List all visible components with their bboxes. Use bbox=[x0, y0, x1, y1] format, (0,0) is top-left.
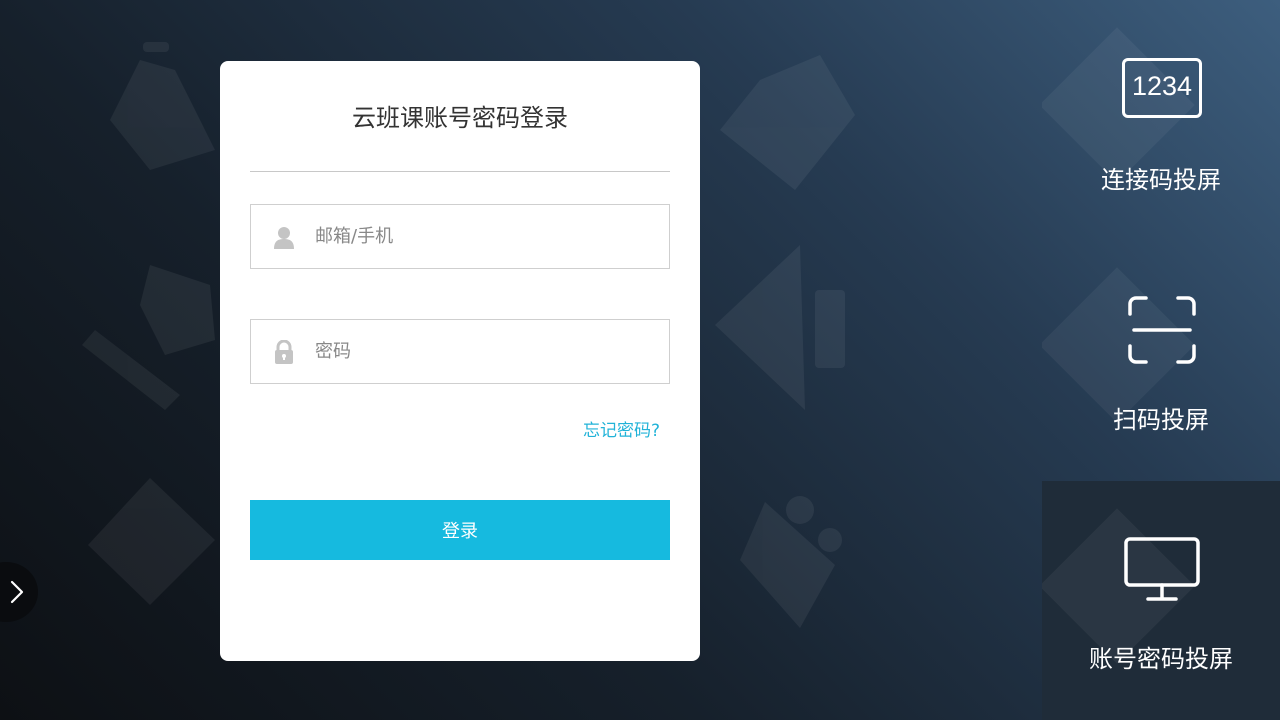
scan-projection-option[interactable]: 扫码投屏 bbox=[1042, 240, 1280, 480]
chevron-right-icon bbox=[10, 580, 24, 604]
login-button[interactable]: 登录 bbox=[250, 500, 670, 560]
connect-code-projection-option[interactable]: 1234 连接码投屏 bbox=[1042, 0, 1280, 240]
title-divider bbox=[250, 171, 670, 172]
login-title: 云班课账号密码登录 bbox=[352, 104, 568, 132]
user-icon bbox=[274, 227, 294, 249]
login-card: 云班课账号密码登录 忘记密码? 登录 bbox=[220, 61, 700, 661]
projection-mode-panel: 1234 连接码投屏 扫码投屏 账号密码投屏 bbox=[1042, 0, 1280, 720]
code-box-icon: 1234 bbox=[1122, 58, 1202, 122]
connect-code-label: 连接码投屏 bbox=[1101, 166, 1221, 194]
side-toggle-button[interactable] bbox=[0, 562, 38, 622]
scan-icon bbox=[1128, 296, 1196, 364]
account-field[interactable] bbox=[250, 204, 670, 269]
account-input[interactable] bbox=[315, 205, 655, 268]
password-field[interactable] bbox=[250, 319, 670, 384]
forgot-password-link[interactable]: 忘记密码? bbox=[583, 416, 660, 441]
code-box-digits: 1234 bbox=[1131, 71, 1193, 101]
account-projection-option[interactable]: 账号密码投屏 bbox=[1042, 481, 1280, 720]
scan-label: 扫码投屏 bbox=[1113, 406, 1209, 434]
monitor-icon bbox=[1124, 537, 1200, 601]
lock-icon bbox=[275, 340, 293, 364]
password-input[interactable] bbox=[315, 320, 655, 383]
account-projection-label: 账号密码投屏 bbox=[1089, 645, 1233, 673]
